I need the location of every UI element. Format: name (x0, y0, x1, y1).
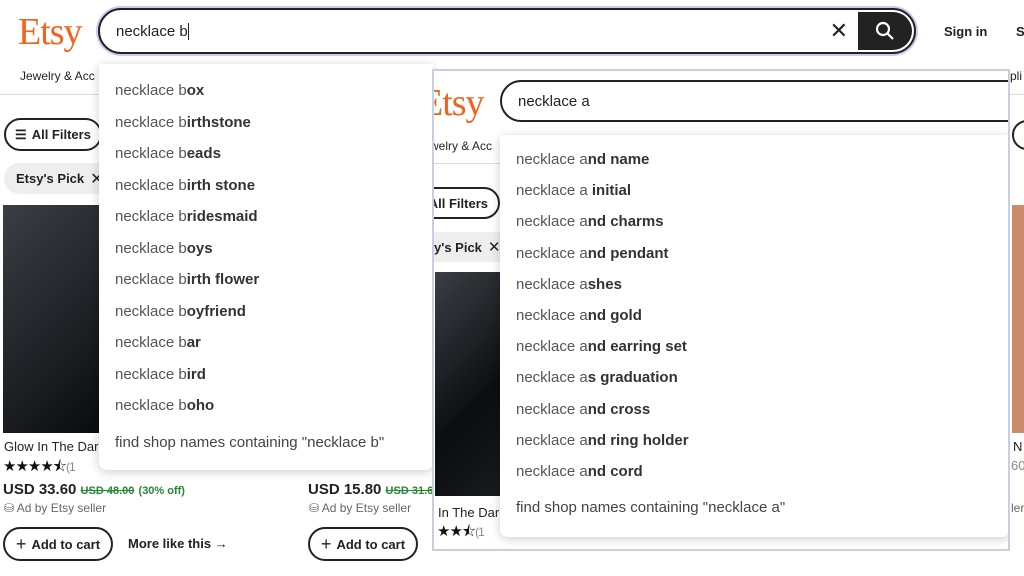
all-filters-label: All Filters (31, 127, 91, 142)
product-title[interactable]: N (1013, 439, 1022, 454)
search-text: necklace a (518, 92, 590, 110)
suggestion-item[interactable]: necklace birthstone (115, 114, 251, 131)
suggestion-item[interactable]: necklace and ring holder (516, 432, 689, 449)
clear-search-icon[interactable]: ✕ (830, 18, 848, 44)
suggestion-item[interactable]: necklace ashes (516, 276, 622, 293)
etsy-logo[interactable]: Etsy (18, 10, 83, 54)
ad-label: ⛁ Ad by Etsy seller (4, 501, 107, 515)
suggestion-item[interactable]: necklace bar (115, 334, 201, 351)
favorite-button[interactable] (1012, 120, 1024, 150)
suggestion-item[interactable]: necklace box (115, 82, 204, 99)
arrow-right-icon: → (214, 536, 228, 551)
suggestion-item[interactable]: necklace and earring set (516, 338, 687, 355)
product-price: 60 (1011, 458, 1024, 473)
suggestion-item[interactable]: necklace and pendant (516, 245, 669, 262)
product-title[interactable]: Glow In The Dar (4, 439, 98, 454)
suggestion-item[interactable]: necklace beads (115, 145, 221, 162)
product-image[interactable] (435, 272, 505, 496)
ad-label: ler (1011, 501, 1024, 515)
ad-label: ⛁ Ad by Etsy seller (309, 501, 412, 515)
etsy-logo[interactable]: Etsy (434, 81, 485, 125)
suggestion-item[interactable]: necklace birth stone (115, 177, 255, 194)
find-shop-names-item[interactable]: find shop names containing "necklace b" (115, 434, 384, 451)
suggestion-item[interactable]: necklace a initial (516, 182, 631, 199)
suggestion-item[interactable]: necklace and name (516, 151, 649, 168)
all-filters-button[interactable]: ☰ All Filters (4, 118, 102, 151)
suggestion-item[interactable]: necklace and cord (516, 463, 643, 480)
search-suggestions-dropdown: necklace box necklace birthstone necklace … (99, 64, 433, 470)
search-input[interactable]: necklace b ✕ (98, 8, 916, 54)
suggestion-item[interactable]: necklace birth flower (115, 271, 259, 288)
suggestion-item[interactable]: necklace as graduation (516, 369, 678, 386)
product-image[interactable] (1012, 205, 1024, 433)
suggestion-item[interactable]: necklace and charms (516, 213, 664, 230)
product-price: USD 15.80 USD 31.6 (308, 481, 434, 498)
product-price: USD 33.60 USD 48.00 (30% off) (3, 481, 185, 498)
search-input[interactable]: necklace a (500, 80, 1008, 122)
search-icon (875, 21, 894, 40)
plus-icon: + (15, 533, 27, 554)
suggestion-item[interactable]: necklace bird (115, 366, 206, 383)
product-title[interactable]: In The Dar (438, 505, 499, 520)
filters-icon: ☰ (15, 126, 27, 142)
add-to-cart-button[interactable]: + Add to cart (308, 527, 418, 561)
suggestion-item[interactable]: necklace boyfriend (115, 303, 246, 320)
search-suggestions-dropdown: necklace and name necklace a initial neckl… (500, 135, 1008, 537)
plus-icon: + (320, 533, 332, 554)
suggestion-item[interactable]: necklace and cross (516, 401, 650, 418)
find-shop-names-item[interactable]: find shop names containing "necklace a" (516, 499, 785, 516)
chip-label: Etsy's Pick (16, 171, 85, 186)
search-text: necklace b (116, 22, 188, 40)
rating-stars: ★★★★⯪(1 (3, 458, 76, 475)
overlay-screenshot: Etsy necklace a welry & Acc All Filters … (432, 69, 1010, 551)
suggestion-item[interactable]: necklace boho (115, 397, 214, 414)
nav-item-cut[interactable]: pli (1010, 69, 1022, 83)
register-link-cut[interactable]: S (1016, 24, 1024, 39)
add-to-cart-button[interactable]: + Add to cart (3, 527, 113, 561)
suggestion-item[interactable]: necklace boys (115, 240, 213, 257)
close-icon[interactable]: ✕ (488, 238, 501, 256)
search-button[interactable] (858, 12, 912, 50)
more-like-this-link[interactable]: More like this → (128, 536, 228, 551)
suggestion-item[interactable]: necklace bridesmaid (115, 208, 258, 225)
nav-jewelry[interactable]: welry & Acc (434, 139, 492, 153)
rating-stars: ★★⯪(1 (437, 523, 485, 540)
all-filters-button[interactable]: All Filters (434, 187, 500, 219)
suggestion-item[interactable]: necklace and gold (516, 307, 642, 324)
sign-in-link[interactable]: Sign in (944, 24, 987, 39)
nav-jewelry[interactable]: Jewelry & Acc (20, 69, 95, 83)
